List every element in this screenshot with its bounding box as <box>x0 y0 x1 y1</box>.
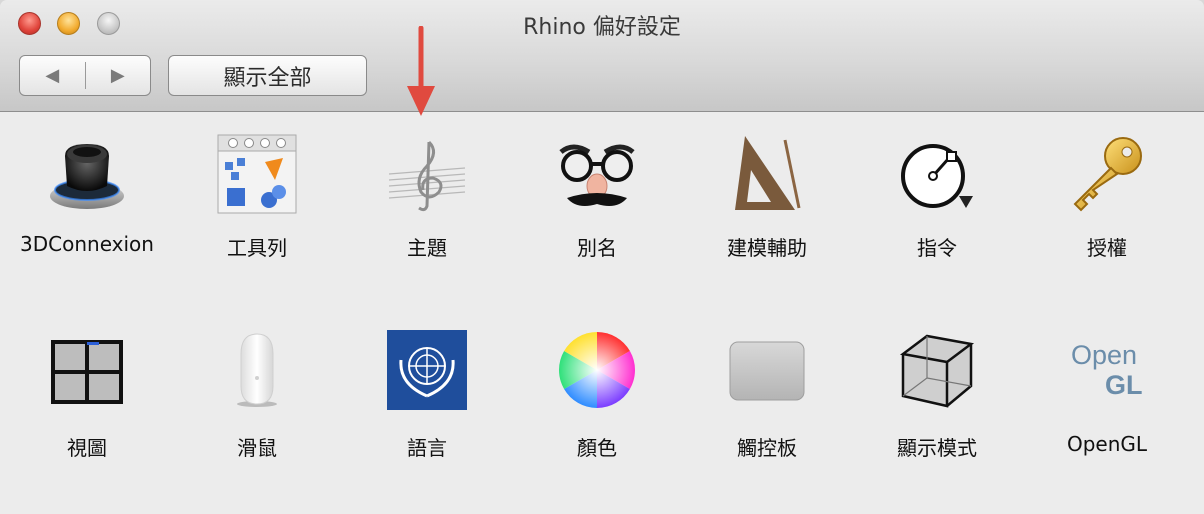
pref-label: 建模輔助 <box>727 236 807 260</box>
pref-label: 觸控板 <box>737 436 797 460</box>
wireframe-cube-icon <box>899 334 975 408</box>
3d-mouse-icon <box>50 144 124 209</box>
mouse-icon <box>237 333 277 407</box>
opengl-logo-icon: Open GL <box>1071 340 1143 400</box>
pref-label: 3DConnexion <box>20 232 154 256</box>
pref-label: 顯示模式 <box>897 436 977 460</box>
show-all-button[interactable]: 顯示全部 <box>168 55 367 96</box>
forward-button[interactable]: ▶ <box>86 56 151 95</box>
opengl-logo-line2: GL <box>1105 370 1143 400</box>
navigation-buttons: ◀ ▶ <box>19 55 151 96</box>
preferences-content: 3DConnexion 工具列 主題 別名 建模輔助 指令 授權 視圖 滑鼠 語… <box>0 112 1204 514</box>
pref-label: 滑鼠 <box>237 436 277 460</box>
circle-command-icon <box>901 144 973 208</box>
pref-label: OpenGL <box>1066 432 1148 456</box>
title-toolbar: Rhino 偏好設定 ◀ ▶ 顯示全部 <box>0 0 1204 112</box>
red-down-arrow-icon <box>407 26 435 116</box>
back-arrow-icon: ◀ <box>45 65 60 86</box>
color-wheel-icon <box>559 332 635 408</box>
music-clef-icon <box>388 140 466 212</box>
un-emblem-icon <box>387 330 467 410</box>
forward-arrow-icon: ▶ <box>110 65 125 86</box>
back-button[interactable]: ◀ <box>20 56 85 95</box>
pref-label: 視圖 <box>67 436 107 460</box>
opengl-logo-line1: Open <box>1071 340 1137 370</box>
trackpad-icon <box>729 341 805 401</box>
viewport-grid-icon <box>51 340 123 404</box>
pref-label: 顏色 <box>577 436 617 460</box>
pref-label: 語言 <box>407 436 447 460</box>
pref-label: 主題 <box>407 236 447 260</box>
pref-label: 工具列 <box>227 236 287 260</box>
toolbar-icon <box>217 134 297 214</box>
groucho-glasses-icon <box>559 144 635 206</box>
pref-label: 別名 <box>577 236 617 260</box>
key-icon <box>1073 137 1142 212</box>
pref-label: 指令 <box>917 236 957 260</box>
triangle-ruler-icon <box>735 136 801 210</box>
preferences-window: Rhino 偏好設定 ◀ ▶ 顯示全部 3DConnexion 工具列 主題 別… <box>0 0 1204 514</box>
pref-label: 授權 <box>1087 236 1127 260</box>
window-title: Rhino 偏好設定 <box>523 15 681 40</box>
